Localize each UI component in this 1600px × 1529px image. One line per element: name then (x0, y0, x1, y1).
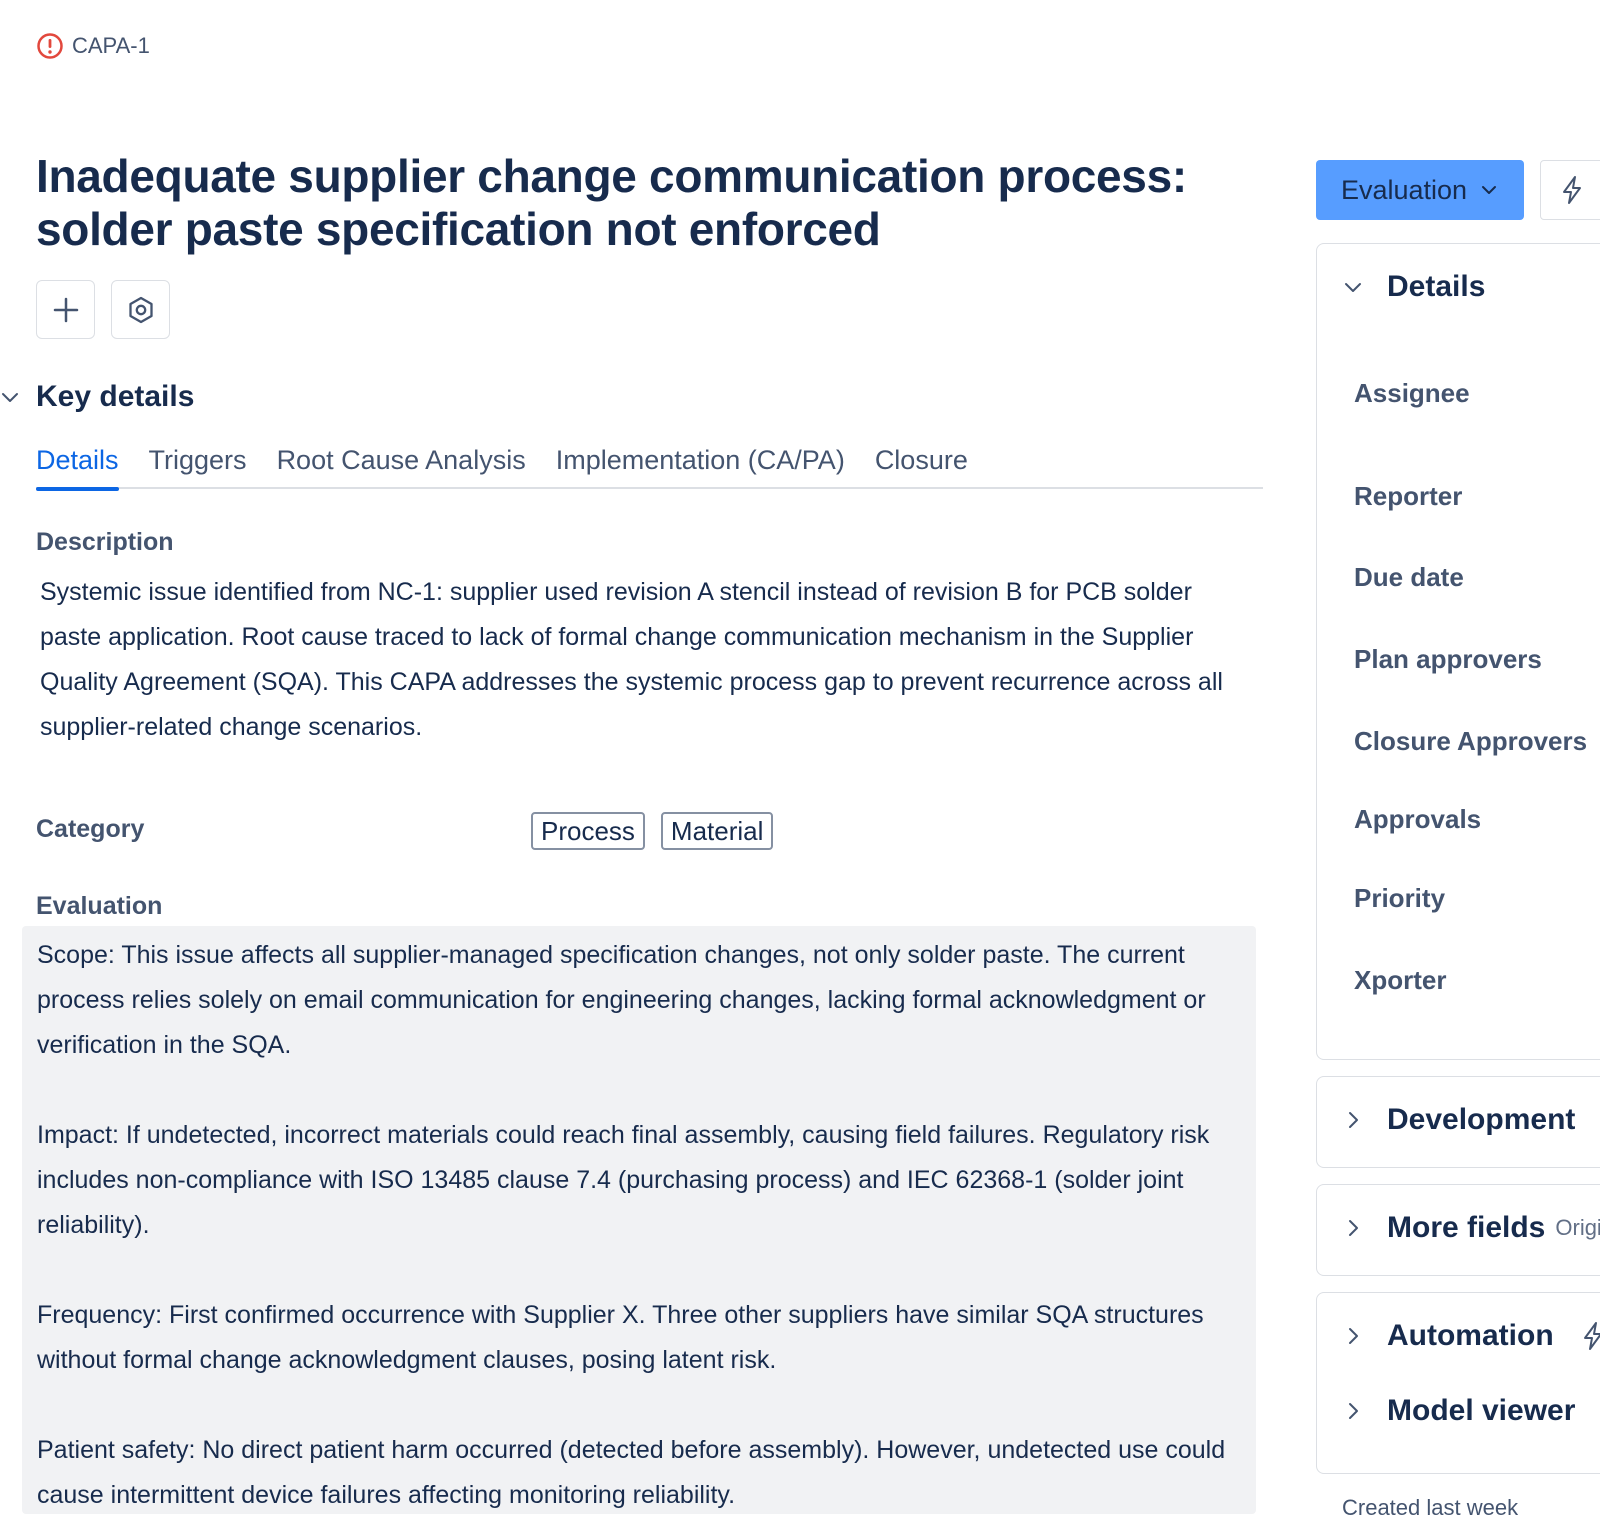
details-panel: Details Assignee Reporter Due date Plan … (1316, 243, 1600, 1060)
tab-root-cause-analysis[interactable]: Root Cause Analysis (277, 440, 526, 489)
model-viewer-panel-header[interactable]: Model viewer (1343, 1394, 1575, 1428)
chevron-down-icon (1482, 186, 1497, 194)
key-details-heading: Key details (36, 380, 195, 413)
chevron-right-icon (1349, 1220, 1358, 1236)
chevron-down-icon[interactable] (0, 387, 20, 407)
tab-implementation[interactable]: Implementation (CA/PA) (556, 440, 845, 489)
development-heading: Development (1387, 1103, 1576, 1136)
details-panel-header[interactable]: Details (1343, 270, 1485, 304)
created-timestamp: Created last week (1342, 1495, 1519, 1520)
lightning-icon (1563, 176, 1581, 204)
description-label: Description (36, 528, 174, 556)
reporter-field-label: Reporter (1354, 481, 1463, 511)
lightning-icon (1583, 1322, 1600, 1350)
category-label: Category (36, 815, 145, 843)
chevron-down-icon (1345, 283, 1361, 292)
add-button[interactable] (36, 280, 95, 339)
plan-approvers-field-label: Plan approvers (1354, 644, 1542, 674)
chevron-right-icon (1349, 1112, 1358, 1128)
more-fields-heading: More fields (1387, 1211, 1546, 1244)
description-field[interactable]: Systemic issue identified from NC-1: sup… (40, 570, 1250, 750)
details-heading: Details (1387, 270, 1486, 303)
evaluation-field[interactable]: Scope: This issue affects all supplier-m… (22, 926, 1256, 1514)
tab-triggers[interactable]: Triggers (149, 440, 247, 489)
breadcrumb: CAPA-1 (36, 32, 150, 60)
xporter-field-label: Xporter (1354, 965, 1447, 995)
more-fields-hint: Origi (1555, 1215, 1600, 1240)
more-fields-panel-header[interactable]: More fields Origi (1343, 1211, 1600, 1245)
evaluation-label: Evaluation (36, 892, 163, 920)
development-panel-header[interactable]: Development (1343, 1103, 1575, 1137)
evaluation-paragraph: Scope: This issue affects all supplier-m… (37, 941, 1206, 1059)
settings-hex-icon (128, 296, 153, 323)
status-label: Evaluation (1340, 174, 1468, 205)
category-tag[interactable]: Material (660, 812, 774, 850)
due-date-field-label: Due date (1354, 562, 1464, 592)
page-title[interactable]: Inadequate supplier change communication… (36, 150, 1216, 256)
chevron-right-icon (1349, 1328, 1358, 1344)
category-tags[interactable]: Process Material (531, 812, 774, 850)
closure-approvers-field-label: Closure Approvers (1354, 726, 1588, 756)
alert-circle-icon (37, 33, 63, 59)
status-dropdown-button[interactable]: Evaluation (1316, 160, 1524, 220)
evaluation-paragraph: Frequency: First confirmed occurrence wi… (37, 1301, 1204, 1374)
category-tag[interactable]: Process (531, 812, 645, 850)
model-viewer-heading: Model viewer (1387, 1394, 1576, 1427)
more-fields-panel[interactable]: More fields Origi (1316, 1184, 1600, 1276)
priority-field-label: Priority (1354, 883, 1446, 913)
development-panel[interactable]: Development (1316, 1076, 1600, 1168)
automation-heading: Automation (1387, 1319, 1554, 1352)
tab-bar: Details Triggers Root Cause Analysis Imp… (36, 440, 1263, 491)
evaluation-paragraph: Patient safety: No direct patient harm o… (37, 1436, 1226, 1509)
automation-panel-header[interactable]: Automation (1343, 1319, 1600, 1353)
plus-icon (53, 297, 78, 322)
automation-panel: Automation Model viewer (1316, 1292, 1600, 1474)
issue-key-link[interactable]: CAPA-1 (72, 33, 150, 59)
tab-details[interactable]: Details (36, 440, 119, 491)
chevron-right-icon (1349, 1403, 1358, 1419)
assignee-field-label: Assignee (1354, 378, 1470, 408)
evaluation-paragraph: Impact: If undetected, incorrect materia… (37, 1121, 1210, 1239)
tab-closure[interactable]: Closure (875, 440, 968, 489)
automation-action-button[interactable] (1540, 160, 1600, 220)
approvals-field-label: Approvals (1354, 804, 1482, 834)
settings-button[interactable] (111, 280, 170, 339)
